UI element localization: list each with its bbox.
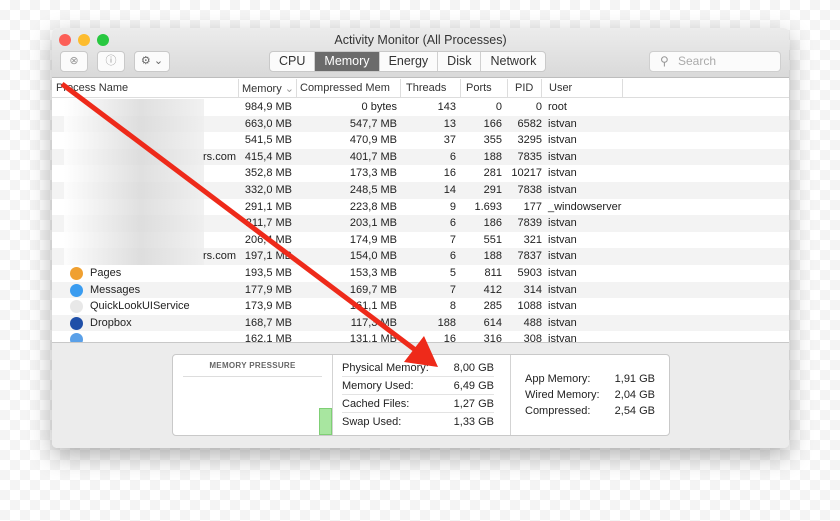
red-arrow-annotation: [60, 82, 438, 367]
arrow-head: [404, 336, 438, 367]
arrow-shaft: [60, 82, 420, 354]
